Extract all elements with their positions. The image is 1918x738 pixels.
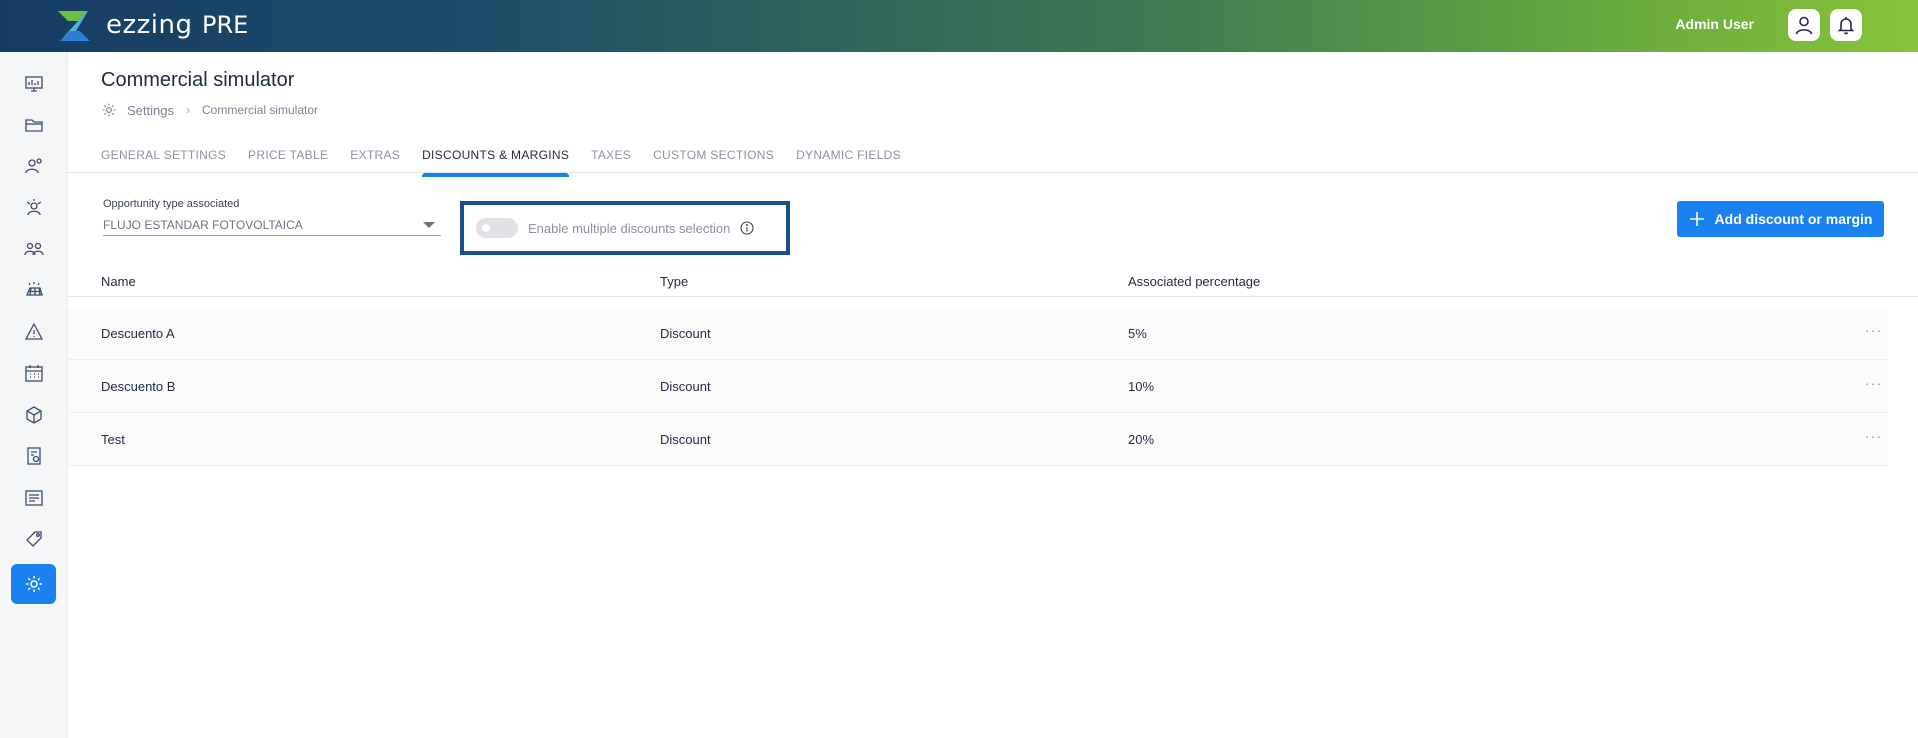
- row-name: Descuento A: [101, 326, 175, 341]
- chevron-down-icon: [423, 221, 435, 228]
- row-percentage: 5%: [1128, 326, 1147, 341]
- sidebar-item-dashboard[interactable]: [11, 64, 56, 104]
- sidebar-item-opportunities[interactable]: [11, 188, 56, 228]
- billing-icon: [26, 447, 41, 465]
- tab-bar: GENERAL SETTINGS PRICE TABLE EXTRAS DISC…: [101, 140, 923, 177]
- table-row[interactable]: Descuento A Discount 5% ···: [68, 308, 1888, 360]
- solar-panel-icon: [25, 282, 43, 296]
- settings-icon: [102, 103, 116, 117]
- sidebar-item-incidents[interactable]: [11, 312, 56, 352]
- settings-icon: [25, 576, 42, 592]
- page-title: Commercial simulator: [101, 69, 295, 91]
- opportunity-type-label: Opportunity type associated: [103, 198, 240, 210]
- tabs-divider: [68, 172, 1918, 173]
- sidebar-item-calendar[interactable]: [11, 353, 56, 393]
- dashboard-icon: [24, 76, 43, 92]
- tab-general-settings[interactable]: GENERAL SETTINGS: [101, 140, 226, 174]
- row-actions-menu-icon[interactable]: ···: [1865, 428, 1882, 444]
- sidebar-item-clients[interactable]: [11, 229, 56, 269]
- bell-icon: [1837, 17, 1855, 35]
- column-name[interactable]: Name: [101, 274, 136, 289]
- tag-icon: [25, 531, 42, 547]
- package-icon: [25, 406, 42, 424]
- row-name: Descuento B: [101, 379, 176, 394]
- opportunities-icon: [26, 199, 41, 216]
- tab-extras[interactable]: EXTRAS: [350, 140, 400, 174]
- row-percentage: 20%: [1128, 432, 1155, 447]
- add-discount-button[interactable]: Add discount or margin: [1677, 201, 1884, 237]
- table-header: Name Type Associated percentage: [68, 270, 1918, 297]
- clients-icon: [23, 242, 44, 256]
- tab-discounts-margins[interactable]: DISCOUNTS & MARGINS: [422, 140, 570, 177]
- sidebar-item-reports[interactable]: [11, 478, 56, 518]
- breadcrumb-current: Commercial simulator: [201, 103, 319, 117]
- folder-icon: [24, 119, 43, 132]
- breadcrumb-separator: ›: [185, 103, 190, 117]
- warning-icon: [24, 322, 43, 340]
- sidebar-item-leads[interactable]: [11, 146, 56, 186]
- sidebar-item-settings[interactable]: [11, 564, 56, 604]
- plus-icon: [1689, 212, 1704, 226]
- opportunity-type-select[interactable]: FLUJO ESTANDAR FOTOVOLTAICA: [103, 214, 441, 236]
- breadcrumb: Settings › Commercial simulator: [101, 102, 318, 118]
- row-type: Discount: [660, 326, 711, 341]
- breadcrumb-settings-link[interactable]: Settings: [127, 103, 174, 118]
- multiple-discounts-toggle[interactable]: [476, 218, 518, 238]
- notifications-button[interactable]: [1830, 9, 1862, 41]
- info-icon[interactable]: [740, 221, 754, 235]
- calendar-icon: [24, 365, 43, 382]
- brand-name: ezzing: [106, 10, 193, 40]
- leads-icon: [24, 158, 42, 174]
- opportunity-type-value: FLUJO ESTANDAR FOTOVOLTAICA: [103, 217, 303, 232]
- user-name[interactable]: Admin User: [1675, 16, 1754, 32]
- tab-dynamic-fields[interactable]: DYNAMIC FIELDS: [796, 140, 901, 174]
- row-type: Discount: [660, 379, 711, 394]
- sidebar-item-billing[interactable]: [11, 436, 56, 476]
- row-type: Discount: [660, 432, 711, 447]
- row-actions-menu-icon[interactable]: ···: [1865, 322, 1882, 338]
- sidebar-item-folders[interactable]: [11, 105, 56, 145]
- environment-label: PRE: [202, 11, 249, 39]
- table-row[interactable]: Test Discount 20% ···: [68, 414, 1888, 466]
- opportunity-type-field: Opportunity type associated FLUJO ESTAND…: [103, 198, 441, 236]
- tab-taxes[interactable]: TAXES: [591, 140, 631, 174]
- table-row[interactable]: Descuento B Discount 10% ···: [68, 361, 1888, 413]
- column-percentage[interactable]: Associated percentage: [1128, 274, 1260, 289]
- tab-custom-sections[interactable]: CUSTOM SECTIONS: [653, 140, 774, 174]
- add-discount-label: Add discount or margin: [1714, 211, 1873, 227]
- tab-price-table[interactable]: PRICE TABLE: [248, 140, 328, 174]
- reports-icon: [24, 490, 43, 506]
- column-type[interactable]: Type: [660, 274, 688, 289]
- sidebar-item-products[interactable]: [11, 395, 56, 435]
- row-name: Test: [101, 432, 125, 447]
- row-percentage: 10%: [1128, 379, 1155, 394]
- multiple-discounts-label: Enable multiple discounts selection: [528, 220, 731, 236]
- sidebar-item-installations[interactable]: [11, 270, 56, 310]
- multiple-discounts-toggle-container: Enable multiple discounts selection: [460, 201, 790, 255]
- sidebar-item-pricing[interactable]: [11, 519, 56, 559]
- sidebar: [0, 52, 68, 738]
- user-icon: [1795, 16, 1813, 35]
- ezzing-logo-icon[interactable]: [56, 9, 92, 43]
- toggle-knob: [482, 224, 490, 232]
- top-bar: ezzing PRE Admin User: [0, 0, 1918, 52]
- user-profile-button[interactable]: [1788, 9, 1820, 41]
- row-actions-menu-icon[interactable]: ···: [1865, 375, 1882, 391]
